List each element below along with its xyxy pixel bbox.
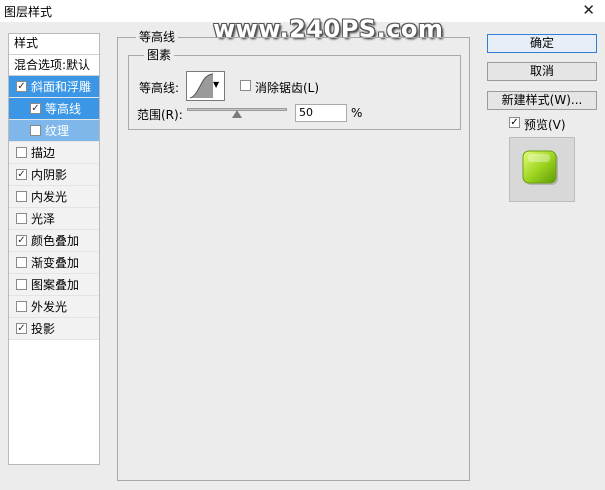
anti-alias-checkbox[interactable] (240, 80, 251, 91)
style-item[interactable]: 内发光 (9, 186, 99, 208)
style-item[interactable]: 描边 (9, 142, 99, 164)
cancel-button[interactable]: 取消 (487, 62, 597, 81)
window-title: 图层样式 (4, 5, 53, 19)
anti-alias-label[interactable]: 消除锯齿(L) (255, 79, 319, 96)
style-item[interactable]: ✓ 投影 (9, 318, 99, 340)
style-item-label: 颜色叠加 (31, 234, 80, 248)
style-item[interactable]: ✓ 等高线 (9, 98, 99, 120)
range-slider-thumb[interactable] (232, 110, 242, 118)
style-item-checkbox[interactable]: ✓ (16, 169, 27, 180)
style-item-label: 渐变叠加 (31, 256, 80, 270)
style-item-checkbox[interactable] (16, 301, 27, 312)
style-item-label: 描边 (31, 146, 56, 160)
new-style-button[interactable]: 新建样式(W)... (487, 91, 597, 110)
style-item[interactable]: 渐变叠加 (9, 252, 99, 274)
styles-panel: 样式 混合选项:默认 ✓ 斜面和浮雕 ✓ 等高线纹理描边 ✓ 内阴影内发光光泽 ✓ 颜色叠加渐… (8, 33, 100, 465)
style-item-checkbox[interactable]: ✓ (30, 103, 41, 114)
style-item-label: 纹理 (45, 124, 70, 138)
style-item-checkbox[interactable] (16, 279, 27, 290)
style-item-label: 等高线 (45, 102, 82, 116)
style-item-label: 外发光 (31, 300, 68, 314)
style-item-checkbox[interactable] (16, 257, 27, 268)
style-item[interactable]: 纹理 (9, 120, 99, 142)
style-item-label: 内发光 (31, 190, 68, 204)
style-item[interactable]: ✓ 斜面和浮雕 (9, 76, 99, 98)
preview-checkbox[interactable]: ✓ (509, 117, 520, 128)
style-preview (509, 137, 575, 202)
style-item-label: 光泽 (31, 212, 56, 226)
style-item-label: 斜面和浮雕 (31, 80, 92, 94)
style-item-checkbox[interactable] (16, 191, 27, 202)
style-item-label: 投影 (31, 322, 56, 336)
style-item[interactable]: 图案叠加 (9, 274, 99, 296)
contour-label: 等高线: (139, 81, 180, 95)
chevron-down-icon[interactable]: ▼ (213, 80, 219, 89)
range-input[interactable]: 50 (295, 104, 347, 122)
style-item-checkbox[interactable]: ✓ (16, 81, 27, 92)
blending-options-item[interactable]: 混合选项:默认 (9, 55, 99, 76)
contour-group-title: 等高线 (136, 30, 179, 44)
ok-button[interactable]: 确定 (487, 34, 597, 53)
range-label: 范围(R): (137, 108, 183, 122)
style-item-label: 图案叠加 (31, 278, 80, 292)
style-preview-swatch (522, 150, 558, 185)
style-items: ✓ 斜面和浮雕 ✓ 等高线纹理描边 ✓ 内阴影内发光光泽 ✓ 颜色叠加渐变叠加图案叠加外发光 ✓… (9, 76, 99, 340)
style-item[interactable]: ✓ 内阴影 (9, 164, 99, 186)
style-item-checkbox[interactable] (30, 125, 41, 136)
style-item[interactable]: 光泽 (9, 208, 99, 230)
style-item[interactable]: 外发光 (9, 296, 99, 318)
elements-subgroup-title: 图素 (144, 48, 175, 62)
style-item-checkbox[interactable]: ✓ (16, 235, 27, 246)
close-icon[interactable]: ✕ (582, 1, 595, 19)
styles-header[interactable]: 样式 (9, 34, 99, 55)
style-item-checkbox[interactable] (16, 213, 27, 224)
style-item-checkbox[interactable]: ✓ (16, 323, 27, 334)
style-item-checkbox[interactable] (16, 147, 27, 158)
preview-label[interactable]: 预览(V) (524, 116, 566, 133)
style-item-label: 内阴影 (31, 168, 68, 182)
style-item[interactable]: ✓ 颜色叠加 (9, 230, 99, 252)
range-unit: % (351, 106, 363, 120)
